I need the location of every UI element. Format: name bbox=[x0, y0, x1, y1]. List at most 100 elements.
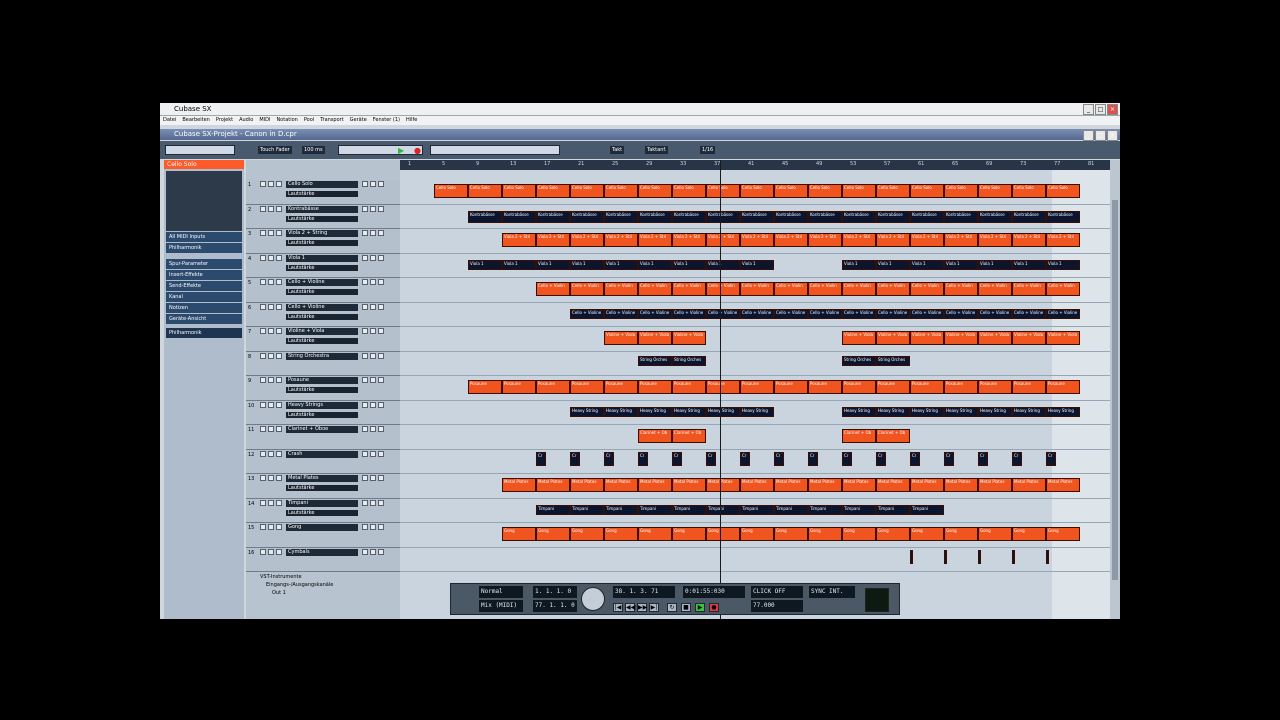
menu-fenster[interactable]: Fenster (1) bbox=[373, 116, 400, 125]
record-enable-button[interactable] bbox=[276, 475, 282, 481]
midi-part[interactable]: Cello Solo bbox=[604, 184, 638, 198]
midi-part[interactable]: Cr bbox=[536, 451, 547, 466]
midi-part[interactable]: Cello + Violin bbox=[978, 282, 1012, 296]
midi-part[interactable]: Kontrabässe bbox=[740, 210, 774, 223]
menu-hilfe[interactable]: Hilfe bbox=[406, 116, 417, 125]
midi-part[interactable]: Cello Solo bbox=[502, 184, 536, 198]
project-maximize-icon[interactable]: □ bbox=[1095, 130, 1106, 141]
midi-part[interactable]: Cello + Violin bbox=[774, 282, 808, 296]
midi-part[interactable]: Cello + Violine bbox=[842, 308, 876, 319]
midi-part[interactable]: Viola 2 + Stri bbox=[706, 233, 740, 247]
midi-part[interactable] bbox=[978, 549, 982, 564]
write-automation-button[interactable] bbox=[378, 352, 384, 359]
menu-transport[interactable]: Transport bbox=[320, 116, 343, 125]
midi-part[interactable]: Cello Solo bbox=[468, 184, 502, 198]
mute-button[interactable] bbox=[260, 548, 266, 555]
right-locator[interactable]: 77. 1. 1. 0 bbox=[533, 600, 577, 612]
inspector-section-track-params[interactable]: Spur-Parameter bbox=[166, 259, 242, 269]
midi-part[interactable]: Metal Plates bbox=[978, 478, 1012, 492]
midi-part[interactable]: Cello Solo bbox=[638, 184, 672, 198]
read-automation-button[interactable] bbox=[370, 254, 376, 261]
automation-sub-track[interactable]: Lautstärke bbox=[286, 240, 358, 246]
midi-part[interactable]: Cello Solo bbox=[808, 184, 842, 198]
midi-part[interactable]: Timpani bbox=[774, 504, 808, 515]
read-automation-button[interactable] bbox=[370, 352, 376, 359]
midi-part[interactable]: Heavy String bbox=[1012, 406, 1046, 417]
midi-part[interactable]: Gong bbox=[876, 527, 910, 541]
solo-button[interactable] bbox=[268, 230, 274, 236]
midi-part[interactable]: Viola 2 + Stri bbox=[876, 233, 910, 247]
midi-part[interactable]: Posaune bbox=[876, 380, 910, 394]
read-automation-button[interactable] bbox=[370, 426, 376, 432]
midi-part[interactable]: Violine + Viola bbox=[1046, 331, 1080, 345]
midi-part[interactable]: Violine + Viola bbox=[672, 331, 706, 345]
mute-button[interactable] bbox=[260, 450, 266, 457]
midi-part[interactable]: Kontrabässe bbox=[876, 210, 910, 223]
midi-part[interactable]: Posaune bbox=[842, 380, 876, 394]
midi-part[interactable]: String Orches bbox=[672, 355, 706, 366]
midi-part[interactable]: Cello + Violin bbox=[706, 282, 740, 296]
write-automation-button[interactable] bbox=[378, 303, 384, 310]
midi-part[interactable]: Kontrabässe bbox=[536, 210, 570, 223]
midi-part[interactable]: Viola 2 + Stri bbox=[808, 233, 842, 247]
midi-part[interactable]: Viola 1 bbox=[536, 259, 570, 270]
midi-part[interactable]: Timpani bbox=[808, 504, 842, 515]
project-window-titlebar[interactable]: Cubase SX-Projekt - Canon in D.cpr _ □ × bbox=[160, 129, 1120, 141]
snap-select[interactable]: Takt bbox=[610, 146, 625, 154]
mute-button[interactable] bbox=[260, 352, 266, 359]
inspector-output[interactable]: Philharmonik bbox=[166, 243, 242, 253]
project-close-icon[interactable]: × bbox=[1107, 130, 1118, 141]
track-lane-2[interactable]: Kontrabässe Kontrabässe Kontrabässe Kontrab… bbox=[400, 205, 1110, 229]
midi-part[interactable]: Gong bbox=[502, 527, 536, 541]
read-automation-button[interactable] bbox=[370, 475, 376, 481]
midi-part[interactable]: Cello + Violin bbox=[672, 282, 706, 296]
midi-part[interactable]: Posaune bbox=[944, 380, 978, 394]
midi-part[interactable]: Cello Solo bbox=[570, 184, 604, 198]
track-name[interactable]: Viola 1 bbox=[286, 254, 358, 262]
midi-part[interactable]: Timpani bbox=[570, 504, 604, 515]
midi-part[interactable]: Metal Plates bbox=[876, 478, 910, 492]
record-enable-button[interactable] bbox=[276, 401, 282, 408]
midi-part[interactable]: Viola 1 bbox=[502, 259, 536, 270]
track-lane-3[interactable]: Viola 2 + Stri Viola 2 + Stri Viola 2 + St… bbox=[400, 229, 1110, 254]
midi-part[interactable]: Cello + Violine bbox=[1012, 308, 1046, 319]
snap-mode-select[interactable]: Taktanf. bbox=[645, 146, 669, 154]
midi-part[interactable]: Cello + Violin bbox=[638, 282, 672, 296]
automation-mode-select[interactable]: Touch Fader bbox=[258, 146, 292, 154]
midi-part[interactable]: Cello + Violine bbox=[638, 308, 672, 319]
midi-part[interactable]: Kontrabässe bbox=[1012, 210, 1046, 223]
midi-part[interactable]: Cello Solo bbox=[672, 184, 706, 198]
midi-part[interactable]: Metal Plates bbox=[1012, 478, 1046, 492]
midi-part[interactable]: Violine + Viola bbox=[604, 331, 638, 345]
tool-buttons[interactable] bbox=[430, 145, 560, 155]
midi-part[interactable]: Heavy String bbox=[876, 406, 910, 417]
write-automation-button[interactable] bbox=[378, 205, 384, 212]
solo-button[interactable] bbox=[268, 524, 274, 530]
edit-button[interactable] bbox=[362, 524, 368, 530]
record-enable-button[interactable] bbox=[276, 205, 282, 212]
midi-part[interactable]: Heavy String bbox=[638, 406, 672, 417]
vertical-scrollbar[interactable] bbox=[1110, 160, 1120, 619]
midi-part[interactable]: Kontrabässe bbox=[1046, 210, 1080, 223]
write-automation-button[interactable] bbox=[378, 328, 384, 334]
midi-part[interactable]: Cello + Violin bbox=[876, 282, 910, 296]
midi-part[interactable]: Cr bbox=[1012, 451, 1023, 466]
midi-part[interactable]: Viola 2 + Stri bbox=[638, 233, 672, 247]
midi-part[interactable]: Gong bbox=[638, 527, 672, 541]
midi-part[interactable]: Clarinet + Ob bbox=[876, 429, 910, 443]
solo-button[interactable] bbox=[268, 352, 274, 359]
read-automation-button[interactable] bbox=[370, 181, 376, 187]
midi-part[interactable]: Clarinet + Ob bbox=[842, 429, 876, 443]
midi-part[interactable]: Kontrabässe bbox=[604, 210, 638, 223]
midi-part[interactable]: Heavy String bbox=[944, 406, 978, 417]
read-automation-button[interactable] bbox=[370, 328, 376, 334]
arrange-window[interactable]: 1 5 9 13 17 21 25 29 33 37 41 45 49 53 57 61 65 69 73 77 81 … bbox=[400, 160, 1110, 619]
midi-part[interactable]: Viola 1 bbox=[706, 259, 740, 270]
mute-button[interactable] bbox=[260, 475, 266, 481]
stop-icon[interactable]: ■ bbox=[681, 603, 691, 612]
record-enable-button[interactable] bbox=[276, 450, 282, 457]
midi-part[interactable]: Timpani bbox=[876, 504, 910, 515]
solo-button[interactable] bbox=[268, 377, 274, 383]
read-automation-button[interactable] bbox=[370, 230, 376, 236]
inspector-section-channel[interactable]: Kanal bbox=[166, 292, 242, 302]
